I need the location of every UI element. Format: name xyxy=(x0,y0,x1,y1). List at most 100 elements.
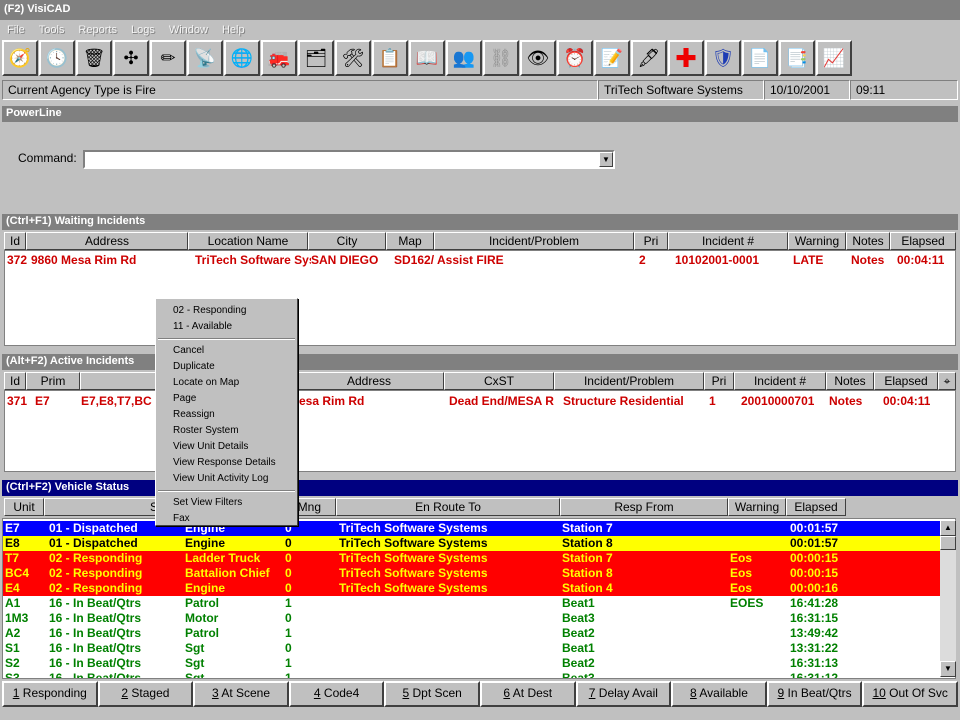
toolbar-button[interactable]: 🖋 xyxy=(631,40,667,76)
fkey-button[interactable]: 1 Responding xyxy=(2,681,98,707)
toolbar-button[interactable]: 🛡 xyxy=(705,40,741,76)
fkey-button[interactable]: 2 Staged xyxy=(97,681,194,707)
context-menu-item[interactable]: Page xyxy=(156,391,297,407)
vehicle-col-enroute[interactable]: En Route To xyxy=(336,498,560,516)
context-menu-item[interactable]: Set View Filters xyxy=(156,495,297,511)
vehicle-col-warning[interactable]: Warning xyxy=(728,498,786,516)
command-input[interactable]: ▼ xyxy=(83,150,615,169)
toolbar-button[interactable]: ✚ xyxy=(668,40,704,76)
fkey-button[interactable]: 7 Delay Avail xyxy=(575,681,672,707)
toolbar-button[interactable]: 📈 xyxy=(816,40,852,76)
table-row[interactable]: 1M3 16 - In Beat/Qtrs Motor 0 Beat3 16:31:15 xyxy=(3,611,941,626)
waiting-col-incident[interactable]: Incident # xyxy=(668,232,788,250)
table-row[interactable]: 371 E7 E7,E8,T7,BC esa Rim Rd Dead End/M… xyxy=(5,394,955,409)
fkey-button[interactable]: 10 Out Of Svc xyxy=(862,681,958,707)
fkey-button[interactable]: 5 Dpt Scen xyxy=(384,681,480,707)
toolbar-button[interactable]: 🌐 xyxy=(224,40,260,76)
context-menu-item[interactable]: Duplicate xyxy=(156,359,297,375)
toolbar-button[interactable]: 📖 xyxy=(409,40,445,76)
waiting-col-map[interactable]: Map xyxy=(386,232,434,250)
waiting-col-warning[interactable]: Warning xyxy=(788,232,846,250)
waiting-col-problem[interactable]: Incident/Problem xyxy=(434,232,634,250)
table-row[interactable]: BC4 02 - Responding Battalion Chief 0 TriTec… xyxy=(3,566,941,581)
vehicle-col-resp-from[interactable]: Resp From xyxy=(560,498,728,516)
context-menu-item[interactable]: 02 - Responding xyxy=(156,303,297,319)
active-col-address[interactable]: Address xyxy=(294,372,444,390)
context-menu-item[interactable]: Roster System xyxy=(156,423,297,439)
vehicle-mng: 0 xyxy=(285,641,292,655)
toolbar-button[interactable]: 🚒 xyxy=(261,40,297,76)
toolbar-button[interactable]: 📑 xyxy=(779,40,815,76)
toolbar-button[interactable]: 🕓 xyxy=(39,40,75,76)
context-menu-item[interactable]: 11 - Available xyxy=(156,319,297,335)
scroll-thumb[interactable] xyxy=(940,536,956,550)
active-col-notes[interactable]: Notes xyxy=(826,372,874,390)
toolbar-button[interactable]: 📡 xyxy=(187,40,223,76)
fkey-button[interactable]: 8 Available xyxy=(671,681,767,707)
fkey-button[interactable]: 3 At Scene xyxy=(193,681,289,707)
context-menu-item[interactable]: View Unit Activity Log xyxy=(156,471,297,487)
table-row[interactable]: T7 02 - Responding Ladder Truck 0 TriTech So… xyxy=(3,551,941,566)
active-col-prim[interactable]: Prim xyxy=(26,372,80,390)
toolbar-button[interactable]: 📝 xyxy=(594,40,630,76)
active-col-cxst[interactable]: CxST xyxy=(444,372,554,390)
vehicle-scrollbar[interactable]: ▲ ▼ xyxy=(940,520,956,677)
toolbar-button[interactable]: 🗑 xyxy=(76,40,112,76)
scroll-down-button[interactable]: ▼ xyxy=(940,661,956,677)
toolbar-button[interactable]: ⛓ xyxy=(483,40,519,76)
context-menu-item[interactable]: Locate on Map xyxy=(156,375,297,391)
active-col-incident[interactable]: Incident # xyxy=(734,372,826,390)
fkey-button[interactable]: 6 At Dest xyxy=(479,681,576,707)
table-row[interactable]: 372 9860 Mesa Rim Rd TriTech Software Sy… xyxy=(5,253,955,268)
active-col-problem[interactable]: Incident/Problem xyxy=(554,372,704,390)
toolbar-button[interactable]: 📋 xyxy=(372,40,408,76)
toolbar-button[interactable]: 🧭 xyxy=(2,40,38,76)
table-row[interactable]: E8 01 - Dispatched Engine 0 TriTech Software… xyxy=(3,536,941,551)
waiting-col-location[interactable]: Location Name xyxy=(188,232,308,250)
active-col-id[interactable]: Id xyxy=(4,372,26,390)
waiting-col-city[interactable]: City xyxy=(308,232,386,250)
fkey-button[interactable]: 9 In Beat/Qtrs xyxy=(766,681,863,707)
table-row[interactable]: S3 16 - In Beat/Qtrs Sgt 1 Beat3 16:31:12 xyxy=(3,671,941,678)
waiting-col-pri[interactable]: Pri xyxy=(634,232,668,250)
context-menu-item[interactable]: Fax xyxy=(156,511,297,527)
table-row[interactable]: A2 16 - In Beat/Qtrs Patrol 1 Beat2 13:49:42 xyxy=(3,626,941,641)
table-row[interactable]: S2 16 - In Beat/Qtrs Sgt 1 Beat2 16:31:13 xyxy=(3,656,941,671)
command-dropdown-button[interactable]: ▼ xyxy=(599,152,613,167)
active-col-elapsed[interactable]: Elapsed xyxy=(874,372,938,390)
fkey-button[interactable]: 4 Code4 xyxy=(288,681,385,707)
waiting-notes[interactable]: Notes xyxy=(851,253,884,267)
waiting-col-id[interactable]: Id xyxy=(4,232,26,250)
toolbar-button[interactable]: ⏰ xyxy=(557,40,593,76)
menu-reports[interactable]: Reports xyxy=(71,20,124,40)
table-row[interactable]: E7 01 - Dispatched Engine 0 TriTech Software… xyxy=(3,521,941,536)
waiting-col-elapsed[interactable]: Elapsed xyxy=(890,232,956,250)
table-row[interactable]: A1 16 - In Beat/Qtrs Patrol 1 Beat1 EOES 16:41… xyxy=(3,596,941,611)
vehicle-col-elapsed[interactable]: Elapsed xyxy=(786,498,846,516)
menu-window[interactable]: Window xyxy=(162,20,215,40)
context-menu-item[interactable]: View Response Details xyxy=(156,455,297,471)
waiting-col-address[interactable]: Address xyxy=(26,232,188,250)
toolbar-button[interactable]: 👁 xyxy=(520,40,556,76)
toolbar-button[interactable]: ✏ xyxy=(150,40,186,76)
context-menu-item[interactable]: View Unit Details xyxy=(156,439,297,455)
toolbar-button[interactable]: 👥 xyxy=(446,40,482,76)
toolbar-button[interactable]: ✣ xyxy=(113,40,149,76)
menu-logs[interactable]: Logs xyxy=(124,20,162,40)
table-row[interactable]: E4 02 - Responding Engine 0 TriTech Software… xyxy=(3,581,941,596)
context-menu-item[interactable]: Reassign xyxy=(156,407,297,423)
toolbar-button[interactable]: 🛠 xyxy=(335,40,371,76)
menu-help[interactable]: Help xyxy=(215,20,252,40)
vehicle-col-unit[interactable]: Unit xyxy=(4,498,44,516)
waiting-col-notes[interactable]: Notes xyxy=(846,232,890,250)
context-menu-item[interactable]: Cancel xyxy=(156,343,297,359)
toolbar-button[interactable]: 📄 xyxy=(742,40,778,76)
binoculars-icon[interactable]: ⌖ xyxy=(938,372,956,390)
active-notes[interactable]: Notes xyxy=(829,394,862,408)
active-col-pri[interactable]: Pri xyxy=(704,372,734,390)
menu-tools[interactable]: Tools xyxy=(32,20,72,40)
menu-file[interactable]: File xyxy=(0,20,32,40)
toolbar-button[interactable]: 🗂 xyxy=(298,40,334,76)
scroll-up-button[interactable]: ▲ xyxy=(940,520,956,536)
table-row[interactable]: S1 16 - In Beat/Qtrs Sgt 0 Beat1 13:31:22 xyxy=(3,641,941,656)
